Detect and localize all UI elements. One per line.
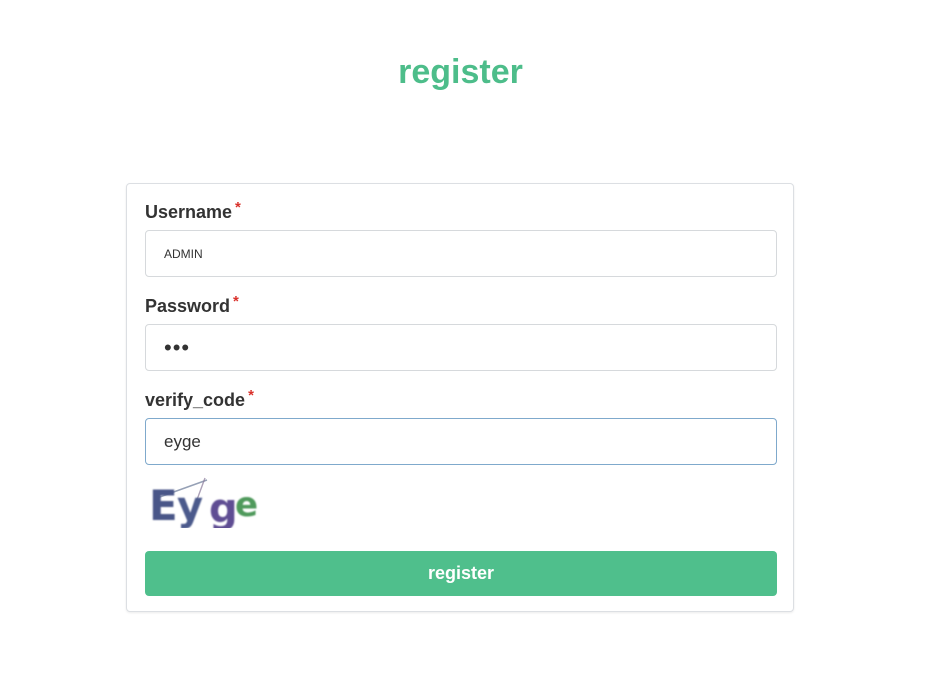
- password-input[interactable]: [145, 324, 777, 371]
- password-label: Password *: [145, 293, 239, 317]
- required-asterisk: *: [235, 199, 241, 216]
- required-asterisk: *: [233, 293, 239, 310]
- captcha-char-4: e: [235, 485, 258, 525]
- register-button[interactable]: register: [145, 551, 777, 596]
- verify-code-label-text: verify_code: [145, 390, 246, 410]
- captcha-char-2: y: [177, 484, 203, 528]
- register-page: register Username* Password* verify_code…: [0, 0, 945, 675]
- required-asterisk: *: [248, 387, 254, 404]
- username-input[interactable]: [145, 230, 777, 277]
- password-label-text: Password: [145, 296, 231, 316]
- verify-code-input[interactable]: [145, 418, 777, 465]
- username-label-text: Username: [145, 202, 233, 222]
- captcha-char-1: E: [149, 481, 178, 528]
- verify-code-label: verify_code *: [145, 387, 254, 411]
- username-label: Username *: [145, 199, 241, 223]
- captcha-char-3: g: [209, 486, 238, 528]
- register-form: Username* Password* verify_code* E y g e…: [126, 183, 794, 612]
- page-title: register: [398, 53, 523, 91]
- captcha-image[interactable]: E y g e: [147, 476, 267, 528]
